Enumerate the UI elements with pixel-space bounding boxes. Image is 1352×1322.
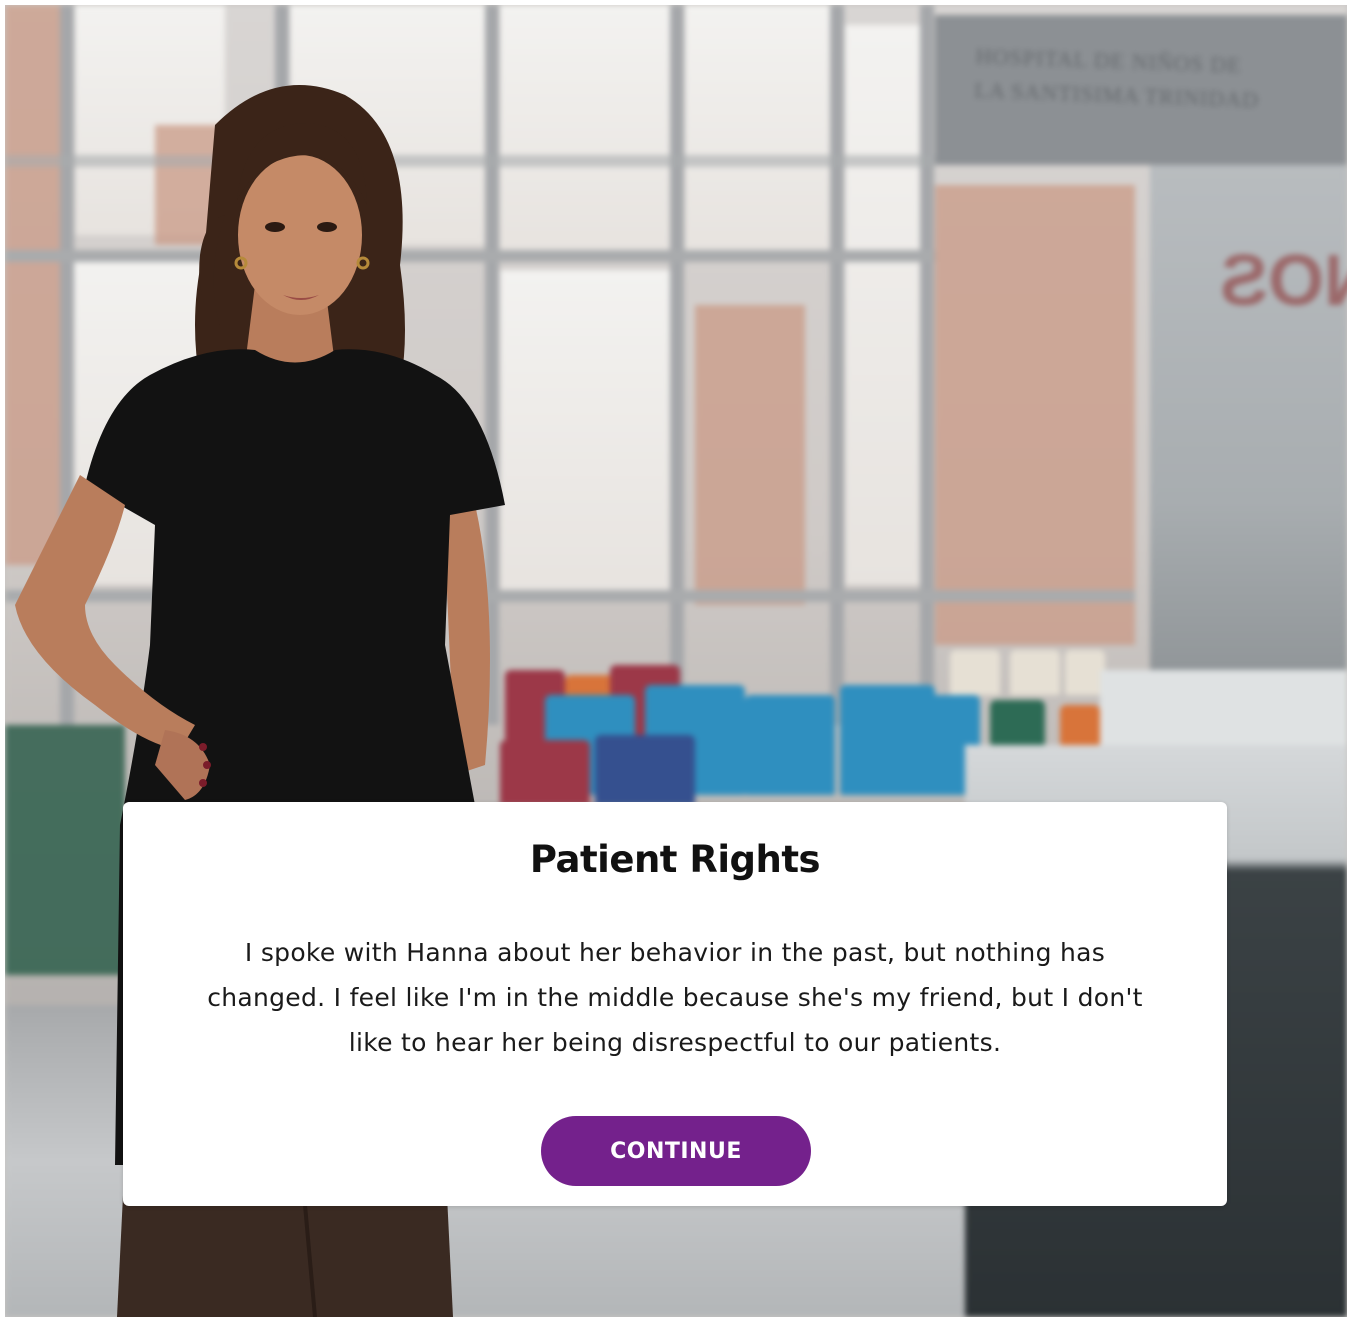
brick-wall <box>935 185 1135 645</box>
waiting-chair <box>1065 650 1105 695</box>
waiting-chair <box>950 650 1000 695</box>
brick-wall <box>695 305 805 605</box>
waiting-chair <box>840 685 935 795</box>
waiting-chair <box>745 695 835 795</box>
continue-button[interactable]: CONTINUE <box>541 1116 811 1186</box>
dialog-card: Patient Rights I spoke with Hanna about … <box>123 802 1227 1206</box>
scene-stage: HOSPITAL DE NIÑOS DE LA SANTISIMA TRINID… <box>5 5 1347 1317</box>
hospital-sign-text: HOSPITAL DE NIÑOS DE LA SANTISIMA TRINID… <box>974 43 1260 113</box>
mirrored-window-text: NOS <box>1220 241 1347 321</box>
window-frame <box>830 5 844 725</box>
window-pane <box>845 25 925 585</box>
waiting-chair <box>990 700 1045 745</box>
window-frame <box>920 5 934 725</box>
window-pane <box>685 5 835 255</box>
window-pane <box>500 5 670 255</box>
dialog-body-text: I spoke with Hanna about her behavior in… <box>207 938 1143 1057</box>
waiting-chair <box>595 735 695 805</box>
waiting-chair <box>1060 705 1100 745</box>
dialog-title: Patient Rights <box>529 838 821 881</box>
window-frame <box>670 5 684 725</box>
character-face <box>238 155 362 315</box>
waiting-chair <box>1010 650 1060 695</box>
window-pane <box>500 270 670 600</box>
